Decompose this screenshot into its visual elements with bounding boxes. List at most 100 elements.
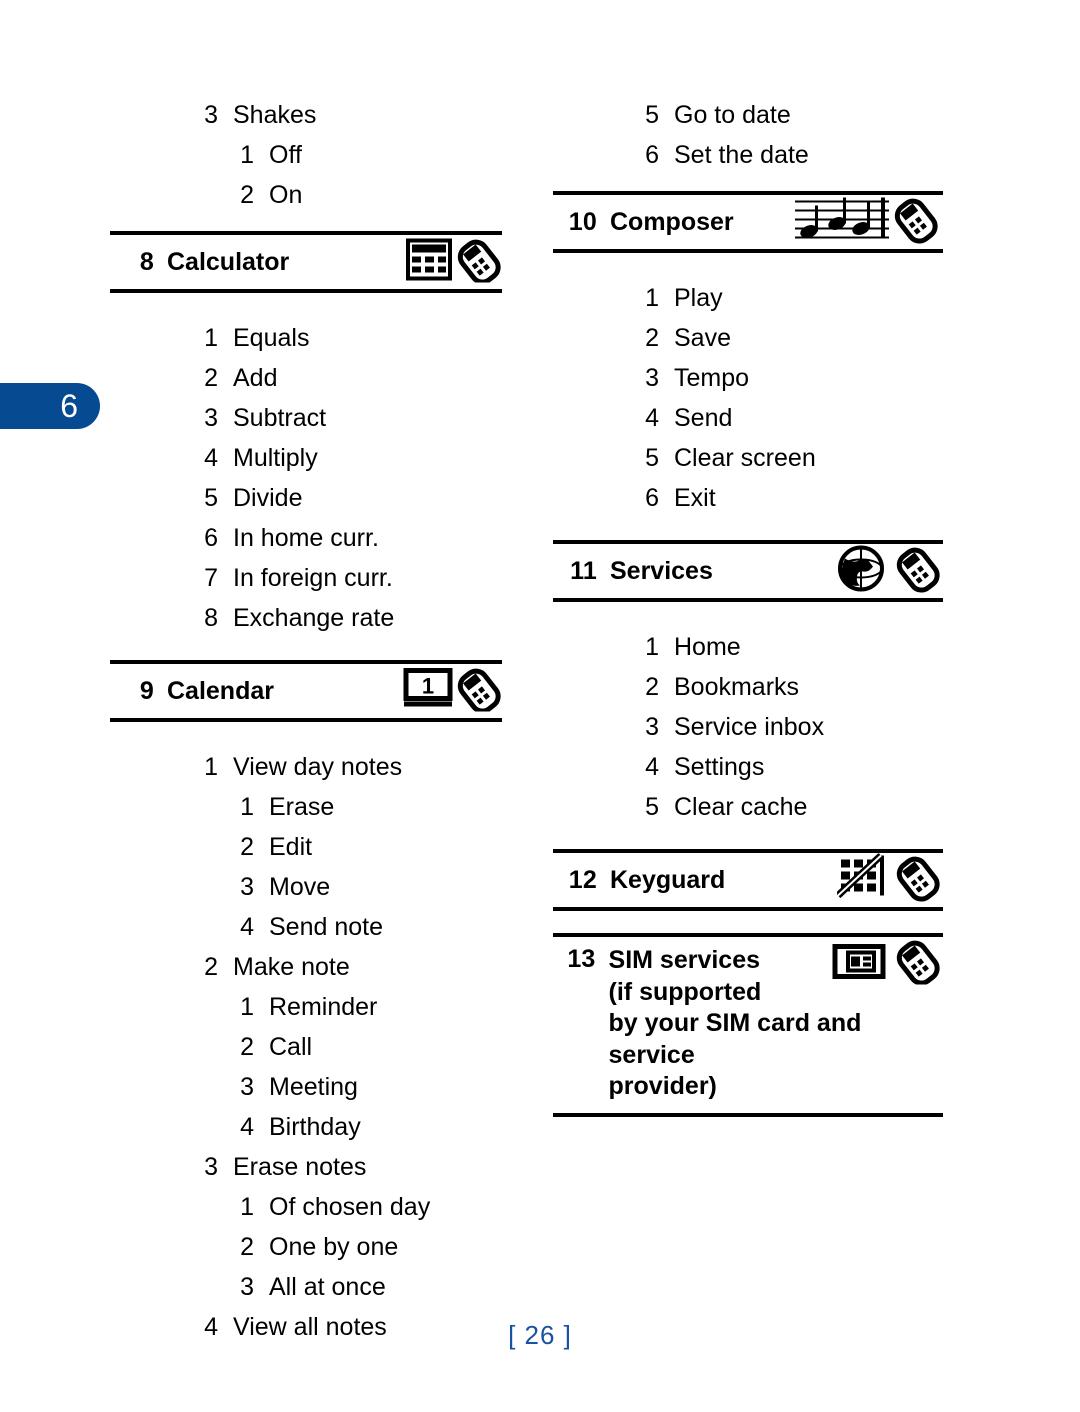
calendar-phone-icon: 1: [402, 666, 502, 717]
list-item-label: Of chosen day: [269, 1193, 431, 1221]
list-item-label: View day notes: [233, 753, 403, 781]
list-item-label: Clear cache: [674, 793, 808, 821]
section-title: Composer: [610, 207, 734, 236]
list-item: 5 Clear screen: [553, 438, 943, 478]
list-item-number: 3: [240, 1073, 254, 1101]
list-item-number: 2: [645, 324, 659, 352]
globe-phone-icon: [835, 545, 943, 598]
list-item-number: 3: [204, 404, 218, 432]
list-item-label: Add: [233, 364, 278, 392]
list-item: 7 In foreign curr.: [110, 558, 502, 598]
sim-card-phone-icon: [831, 939, 943, 990]
list-item-number: 6: [645, 141, 659, 169]
list-item-number: 4: [240, 1113, 254, 1141]
list-item: 1 Reminder: [110, 987, 502, 1027]
list-item: 5 Clear cache: [553, 787, 943, 827]
list-item-label: Move: [269, 873, 331, 901]
list-item: 2 Save: [553, 318, 943, 358]
list-item: 2 One by one: [110, 1227, 502, 1267]
list-item-number: 2: [204, 953, 218, 981]
list-item-number: 2: [240, 1033, 254, 1061]
list-item-number: 4: [645, 753, 659, 781]
list-item: 2 Call: [110, 1027, 502, 1067]
list-item-label: In foreign curr.: [233, 564, 393, 592]
list-item-label: Exit: [674, 484, 716, 512]
section-header-composer: 10 Composer: [553, 191, 943, 253]
list-item-number: 1: [240, 1193, 254, 1221]
list-item-number: 1: [240, 993, 254, 1021]
list-item-label: Save: [674, 324, 731, 352]
list-item-label: Send note: [269, 913, 383, 941]
list-item-label: Send: [674, 404, 733, 432]
list-item-label: Shakes: [233, 101, 317, 129]
list-item-number: 4: [240, 913, 254, 941]
section-title-line: by your SIM card and service: [608, 1009, 862, 1069]
list-item-number: 4: [645, 404, 659, 432]
list-item-number: 5: [645, 793, 659, 821]
list-item-label: Erase: [269, 793, 335, 821]
list-item-number: 1: [204, 324, 218, 352]
section-header-services: 11 Services: [553, 540, 943, 602]
list-item: 4 Birthday: [110, 1107, 502, 1147]
list-item-label: Go to date: [674, 101, 791, 129]
calculator-item-list: 1 Equals 2 Add 3 Subtract 4 Multiply 5 Divide…: [110, 318, 502, 638]
list-item-number: 5: [204, 484, 218, 512]
list-item-number: 2: [204, 364, 218, 392]
section-header-keyguard: 12 Keyguard: [553, 849, 943, 911]
list-item-number: 2: [645, 673, 659, 701]
list-item: 2 Add: [110, 358, 502, 398]
list-item: 5 Divide: [110, 478, 502, 518]
list-item: 3 All at once: [110, 1267, 502, 1307]
section-number: 11: [570, 556, 597, 585]
section-number: 8: [139, 247, 154, 276]
list-item-label: Play: [674, 284, 723, 312]
list-item-number: 5: [645, 101, 659, 129]
list-item-label: Reminder: [269, 993, 378, 1021]
list-item: 3 Move: [110, 867, 502, 907]
list-item: 8 Exchange rate: [110, 598, 502, 638]
list-item: 6 Exit: [553, 478, 943, 518]
list-item-number: 1: [204, 753, 218, 781]
list-item-label: Meeting: [269, 1073, 358, 1101]
list-item-number: 1: [240, 793, 254, 821]
calendar-item-list: 1 View day notes 1 Erase 2 Edit 3 Move 4 Send…: [110, 747, 502, 1347]
list-item: 4 Send: [553, 398, 943, 438]
list-item: 4 Settings: [553, 747, 943, 787]
list-item: 4 Multiply: [110, 438, 502, 478]
list-item-number: 2: [240, 1233, 254, 1261]
list-item: 1 Of chosen day: [110, 1187, 502, 1227]
chapter-tab-number: 6: [60, 388, 78, 424]
list-item-number: 4: [204, 444, 218, 472]
section-number: 12: [568, 865, 597, 894]
section-title: Keyguard: [610, 865, 726, 894]
list-item-label: Edit: [269, 833, 313, 861]
list-item-label: Make note: [233, 953, 350, 981]
list-item-number: 7: [204, 564, 218, 592]
section-title: Services: [610, 556, 713, 585]
list-item-number: 3: [645, 364, 659, 392]
section-number: 13: [567, 945, 596, 973]
list-item-label: Service inbox: [674, 713, 825, 741]
list-item-label: Clear screen: [674, 444, 816, 472]
list-item-label: Settings: [674, 753, 765, 781]
list-item: 4 Send note: [110, 907, 502, 947]
chapter-tab: 6: [0, 383, 100, 429]
list-item-label: One by one: [269, 1233, 399, 1261]
right-continuation-list: 5 Go to date 6 Set the date: [553, 95, 943, 175]
list-item: 2 Make note: [110, 947, 502, 987]
list-item: 2 On: [110, 175, 502, 215]
section-header-calendar: 9 Calendar 1: [110, 660, 502, 722]
list-item-label: Exchange rate: [233, 604, 395, 632]
section-title: Calculator: [167, 247, 290, 276]
list-item-label: Multiply: [233, 444, 318, 472]
list-item: 6 Set the date: [553, 135, 943, 175]
list-item-number: 3: [204, 1153, 218, 1181]
list-item-number: 5: [645, 444, 659, 472]
list-item-label: Call: [269, 1033, 313, 1061]
list-item: 3 Subtract: [110, 398, 502, 438]
list-item-number: 3: [240, 873, 254, 901]
page-number: [ 26 ]: [508, 1320, 572, 1350]
list-item-label: Off: [269, 141, 302, 169]
list-item-number: 3: [240, 1273, 254, 1301]
section-header-sim-services: 13 SIM services (if supported by your SI…: [553, 933, 943, 1117]
